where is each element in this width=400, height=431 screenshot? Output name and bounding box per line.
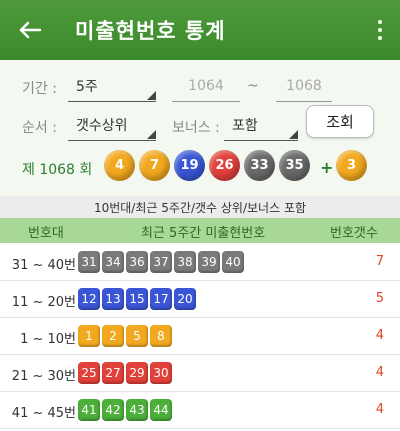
bonus-ball: 3 [336,150,367,181]
number-chip: 29 [126,362,148,384]
table-row[interactable]: 41 ~ 45번 41 42 43 44 4 [0,392,400,429]
to-round-field[interactable]: 1068 [276,70,332,102]
count-cell: 7 [375,254,384,269]
page-title: 미출현번호 통계 [75,19,226,43]
more-options-icon[interactable] [368,15,392,45]
order-select-value: 갯수상위 [76,117,128,134]
app-bar: 미출현번호 통계 [0,0,400,60]
missing-numbers: 1258 [78,325,172,347]
missing-numbers: 12 13 15 17 20 [78,288,196,310]
order-select[interactable]: 갯수상위 [68,109,156,141]
order-label: 순서 : [22,120,57,136]
draw-ball: 7 [139,150,170,181]
number-chip: 8 [150,325,172,347]
draw-ball: 19 [174,150,205,181]
number-chip: 39 [198,251,220,273]
number-chip: 41 [78,399,100,421]
count-cell: 4 [375,402,384,417]
period-select[interactable]: 5주 [68,70,156,102]
count-cell: 4 [375,328,384,343]
missing-numbers: 31 34 36 37 38 39 40 [78,251,244,273]
header-range: 번호대 [28,226,64,241]
number-chip: 20 [174,288,196,310]
dropdown-arrow-icon [289,130,298,139]
table-row[interactable]: 11 ~ 20번 12 13 15 17 20 5 [0,281,400,318]
number-chip: 34 [102,251,124,273]
count-cell: 5 [375,291,384,306]
back-arrow-icon [19,21,41,39]
number-chip: 38 [174,251,196,273]
table-row[interactable]: 31 ~ 40번 31 34 36 37 38 39 40 7 [0,244,400,281]
number-chip: 1 [78,325,100,347]
number-chip: 5 [126,325,148,347]
number-chip: 30 [150,362,172,384]
bonus-label: 보너스 : [172,120,220,136]
bonus-select[interactable]: 포함 [224,109,298,141]
range-cell: 21 ~ 30번 [11,369,76,384]
period-select-value: 5주 [76,78,98,95]
number-chip: 36 [126,251,148,273]
number-chip: 2 [102,325,124,347]
dropdown-arrow-icon [147,91,156,100]
number-chip: 40 [222,251,244,273]
number-chip: 37 [150,251,172,273]
search-button[interactable]: 조회 [306,105,374,138]
number-chip: 44 [150,399,172,421]
range-cell: 41 ~ 45번 [11,406,76,421]
missing-numbers: 41 42 43 44 [78,399,172,421]
count-cell: 4 [375,365,384,380]
range-cell: 1 ~ 10번 [20,332,76,347]
draw-ball: 35 [279,150,310,181]
number-chip: 27 [102,362,124,384]
missing-numbers: 25 27 29 30 [78,362,172,384]
number-chip: 12 [78,288,100,310]
period-label: 기간 : [22,81,57,97]
draw-ball: 33 [244,150,275,181]
table-row[interactable]: 21 ~ 30번 25 27 29 30 4 [0,355,400,392]
from-round-field[interactable]: 1064 [172,70,240,102]
table-row[interactable]: 1 ~ 10번 1 2 5 8 4 [0,318,400,355]
stats-subtitle: 10번대/최근 5주간/갯수 상위/보너스 포함 [0,196,400,218]
number-chip: 17 [150,288,172,310]
range-tilde: ~ [247,78,259,94]
number-chip: 15 [126,288,148,310]
table-header: 번호대 최근 5주간 미출현번호 번호갯수 [0,218,400,243]
header-count: 번호갯수 [330,226,378,241]
range-cell: 31 ~ 40번 [11,258,76,273]
dropdown-arrow-icon [147,130,156,139]
bonus-select-value: 포함 [232,117,258,134]
number-chip: 25 [78,362,100,384]
bonus-plus: + [320,158,334,177]
draw-ball: 4 [104,150,135,181]
number-chip: 43 [126,399,148,421]
number-chip: 13 [102,288,124,310]
header-numbers: 최근 5주간 미출현번호 [141,226,266,241]
round-label: 제 1068 회 [22,162,93,178]
number-chip: 42 [102,399,124,421]
range-cell: 11 ~ 20번 [11,295,76,310]
draw-ball: 26 [209,150,240,181]
number-chip: 31 [78,251,100,273]
back-button[interactable] [0,0,60,60]
